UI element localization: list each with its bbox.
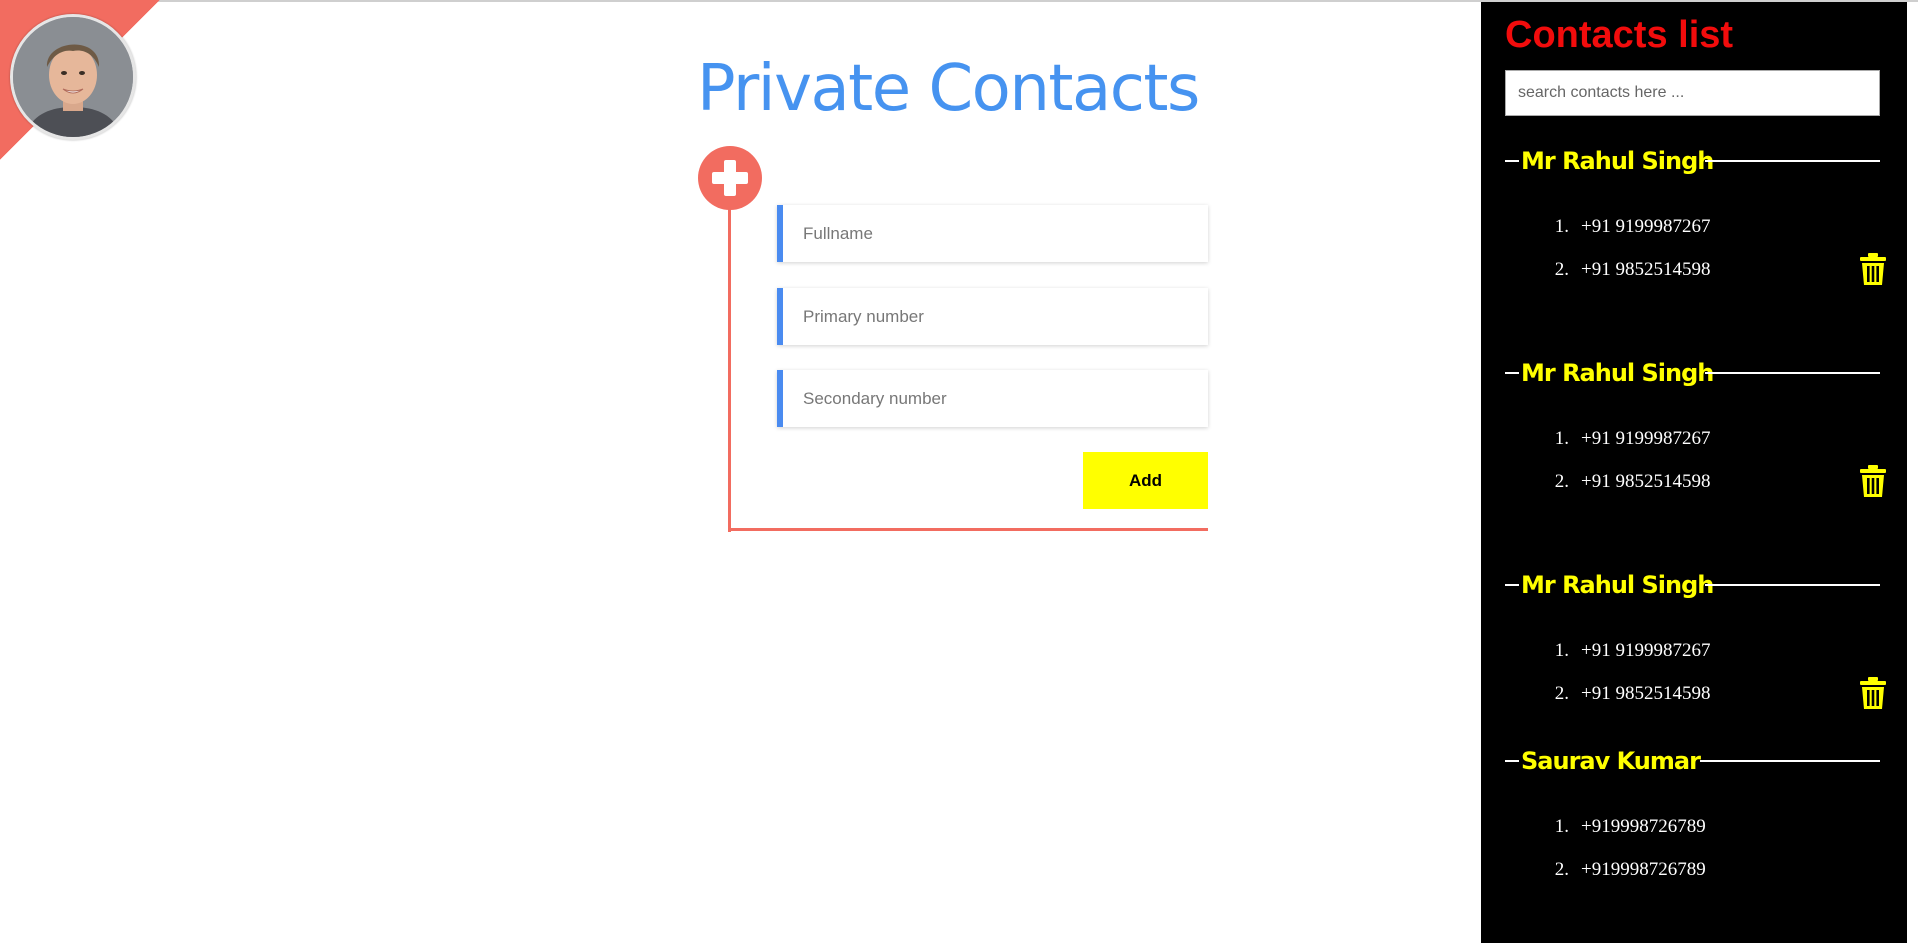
contact-name: Mr Rahul Singh [1521, 147, 1714, 175]
plus-icon[interactable] [698, 146, 762, 210]
phone-number: +919998726789 [1581, 816, 1706, 837]
list-index: 1. [1554, 428, 1569, 449]
page-title: Private Contacts [697, 52, 1200, 126]
contact-name: Mr Rahul Singh [1521, 571, 1714, 599]
list-index: 1. [1554, 816, 1569, 837]
secondary-number-field-wrapper [777, 370, 1208, 427]
list-index: 2. [1554, 859, 1569, 880]
list-index: 2. [1554, 471, 1569, 492]
primary-number-input[interactable] [783, 288, 1208, 345]
contacts-panel: Contacts list Mr Rahul Singh 1. +91 9199… [1481, 2, 1907, 943]
search-input[interactable] [1506, 71, 1879, 115]
divider [1700, 760, 1880, 762]
primary-number-field-wrapper [777, 288, 1208, 345]
phone-number: +919998726789 [1581, 859, 1706, 880]
phone-number: +91 9852514598 [1581, 471, 1711, 492]
trash-icon[interactable] [1859, 464, 1887, 498]
avatar [10, 14, 136, 140]
list-index: 2. [1554, 259, 1569, 280]
list-index: 1. [1554, 640, 1569, 661]
plus-icon-vertical [724, 160, 736, 196]
contact-card: Saurav Kumar 1. +919998726789 2. +919998… [1505, 744, 1880, 880]
add-button[interactable]: Add [1083, 452, 1208, 509]
contact-header: Mr Rahul Singh [1505, 356, 1880, 390]
phone-number: +91 9852514598 [1581, 683, 1711, 704]
divider [1505, 584, 1519, 586]
fullname-field-wrapper [777, 205, 1208, 262]
trash-icon[interactable] [1859, 676, 1887, 710]
contact-card: Mr Rahul Singh 1. +91 9199987267 2. +91 … [1505, 356, 1886, 497]
profile-photo-icon [13, 17, 133, 137]
phone-number: +91 9199987267 [1581, 216, 1711, 237]
divider [1705, 160, 1880, 162]
trash-icon[interactable] [1859, 252, 1887, 286]
form-timeline-horizontal [728, 528, 1208, 531]
contact-card: Mr Rahul Singh 1. +91 9199987267 2. +91 … [1505, 568, 1886, 709]
secondary-number-input[interactable] [783, 370, 1208, 427]
contact-header: Mr Rahul Singh [1505, 144, 1880, 178]
list-index: 2. [1554, 683, 1569, 704]
divider [1705, 372, 1880, 374]
search-field-wrapper [1505, 70, 1880, 116]
phone-number: +91 9199987267 [1581, 640, 1711, 661]
divider [1505, 760, 1519, 762]
divider [1505, 160, 1519, 162]
form-timeline-vertical [728, 175, 731, 532]
contacts-list-title: Contacts list [1505, 14, 1734, 56]
contact-header: Mr Rahul Singh [1505, 568, 1880, 602]
contact-name: Saurav Kumar [1521, 747, 1701, 775]
list-index: 1. [1554, 216, 1569, 237]
divider [1705, 584, 1880, 586]
contact-card: Mr Rahul Singh 1. +91 9199987267 2. +91 … [1505, 144, 1886, 285]
divider [1505, 372, 1519, 374]
contact-header: Saurav Kumar [1505, 744, 1880, 778]
fullname-input[interactable] [783, 205, 1208, 262]
phone-number: +91 9199987267 [1581, 428, 1711, 449]
contact-name: Mr Rahul Singh [1521, 359, 1714, 387]
phone-number: +91 9852514598 [1581, 259, 1711, 280]
